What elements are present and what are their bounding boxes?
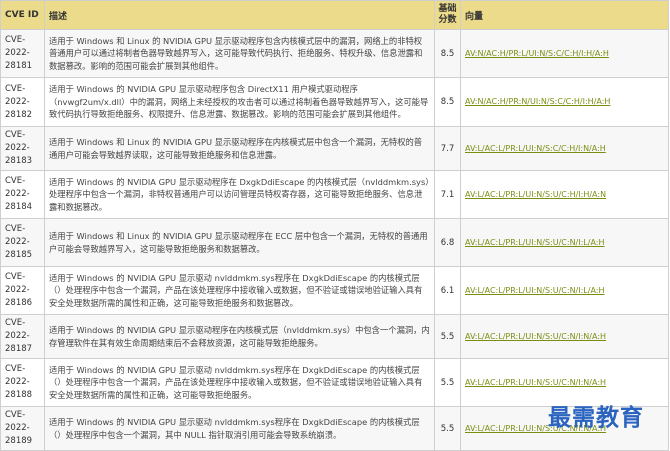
cve-id-cell: CVE- 2022- 28181: [0, 29, 45, 78]
header-score: 基础 分数: [434, 0, 461, 30]
watermark-logo: 最需教育: [548, 404, 644, 431]
cve-id-cell: CVE- 2022- 28189: [0, 406, 45, 451]
table-header-row: CVE ID 描述 基础 分数 向量: [0, 0, 669, 30]
description-cell: 适用于 Windows 和 Linux 的 NVIDIA GPU 显示驱动程序在…: [44, 126, 435, 171]
score-cell: 8.5: [434, 29, 461, 78]
description-cell: 适用于 Windows 的 NVIDIA GPU 显示驱动 nvlddmkm.s…: [44, 358, 435, 407]
cve-id-cell: CVE- 2022- 28184: [0, 170, 45, 219]
vector-cell: AV:N/AC:H/PR:N/UI:N/S:C/C:H/I:H/A:H: [460, 77, 669, 127]
header-vector: 向量: [460, 0, 669, 30]
table-row: CVE- 2022- 28184 适用于 Windows 的 NVIDIA GPU…: [0, 170, 669, 219]
vector-cell: AV:L/AC:L/PR:L/UI:N/S:U/C:N/I:L/A:H: [460, 266, 669, 315]
header-cve-id: CVE ID: [0, 0, 45, 30]
description-cell: 适用于 Windows 的 NVIDIA GPU 显示驱动 nvlddmkm.s…: [44, 406, 435, 451]
vector-cell: AV:L/AC:L/PR:L/UI:N/S:C/C:H/I:N/A:H: [460, 126, 669, 171]
vector-link[interactable]: AV:L/AC:L/PR:L/UI:N/S:U/C:N/I:L/A:H: [465, 286, 605, 295]
description-cell: 适用于 Windows 和 Linux 的 NVIDIA GPU 显示驱动程序在…: [44, 218, 435, 267]
vector-cell: AV:L/AC:L/PR:L/UI:N/S:U/C:H/I:H/A:N: [460, 170, 669, 219]
cve-table: CVE ID 描述 基础 分数 向量 CVE- 2022- 28181 适用于 W…: [0, 0, 669, 451]
vector-cell: AV:N/AC:H/PR:L/UI:N/S:C/C:H/I:H/A:H: [460, 29, 669, 78]
description-cell: 适用于 Windows 的 NVIDIA GPU 显示驱动 nvlddmkm.s…: [44, 266, 435, 315]
table-row: CVE- 2022- 28183 适用于 Windows 和 Linux 的 NV…: [0, 126, 669, 171]
score-cell: 5.5: [434, 358, 461, 407]
description-cell: 适用于 Windows 的 NVIDIA GPU 显示驱动程序在内核模式层（nv…: [44, 314, 435, 359]
vector-link[interactable]: AV:N/AC:H/PR:L/UI:N/S:C/C:H/I:H/A:H: [465, 49, 609, 58]
vector-link[interactable]: AV:L/AC:L/PR:L/UI:N/S:C/C:H/I:N/A:H: [465, 144, 606, 153]
description-cell: 适用于 Windows 的 NVIDIA GPU 显示驱动程序包含 Direct…: [44, 77, 435, 127]
vector-link[interactable]: AV:L/AC:L/PR:L/UI:N/S:U/C:N/I:N/A:H: [465, 332, 606, 341]
description-cell: 适用于 Windows 和 Linux 的 NVIDIA GPU 显示驱动程序包…: [44, 29, 435, 78]
vector-cell: AV:L/AC:L/PR:L/UI:N/S:U/C:N/I:N/A:H: [460, 314, 669, 359]
table-row: CVE- 2022- 28185 适用于 Windows 和 Linux 的 NV…: [0, 218, 669, 267]
score-cell: 8.5: [434, 77, 461, 127]
vector-cell: AV:L/AC:L/PR:L/UI:N/S:U/C:N/I:L/A:H: [460, 218, 669, 267]
table-row: CVE- 2022- 28181 适用于 Windows 和 Linux 的 NV…: [0, 29, 669, 78]
table-row: CVE- 2022- 28186 适用于 Windows 的 NVIDIA GPU…: [0, 266, 669, 315]
description-cell: 适用于 Windows 的 NVIDIA GPU 显示驱动程序在 DxgkDdi…: [44, 170, 435, 219]
score-cell: 7.1: [434, 170, 461, 219]
cve-id-cell: CVE- 2022- 28188: [0, 358, 45, 407]
score-cell: 5.5: [434, 314, 461, 359]
table-row: CVE- 2022- 28182 适用于 Windows 的 NVIDIA GPU…: [0, 77, 669, 127]
header-description: 描述: [44, 0, 435, 30]
score-cell: 6.8: [434, 218, 461, 267]
score-cell: 5.5: [434, 406, 461, 451]
cve-id-cell: CVE- 2022- 28185: [0, 218, 45, 267]
cve-id-cell: CVE- 2022- 28183: [0, 126, 45, 171]
vector-link[interactable]: AV:L/AC:L/PR:L/UI:N/S:U/C:H/I:H/A:N: [465, 190, 606, 199]
cve-id-cell: CVE- 2022- 28186: [0, 266, 45, 315]
vector-link[interactable]: AV:N/AC:H/PR:N/UI:N/S:C/C:H/I:H/A:H: [465, 97, 610, 106]
cve-id-cell: CVE- 2022- 28182: [0, 77, 45, 127]
vector-link[interactable]: AV:L/AC:L/PR:L/UI:N/S:U/C:N/I:N/A:H: [465, 378, 606, 387]
table-row: CVE- 2022- 28187 适用于 Windows 的 NVIDIA GPU…: [0, 314, 669, 359]
cve-id-cell: CVE- 2022- 28187: [0, 314, 45, 359]
vector-link[interactable]: AV:L/AC:L/PR:L/UI:N/S:U/C:N/I:L/A:H: [465, 238, 605, 247]
score-cell: 7.7: [434, 126, 461, 171]
score-cell: 6.1: [434, 266, 461, 315]
